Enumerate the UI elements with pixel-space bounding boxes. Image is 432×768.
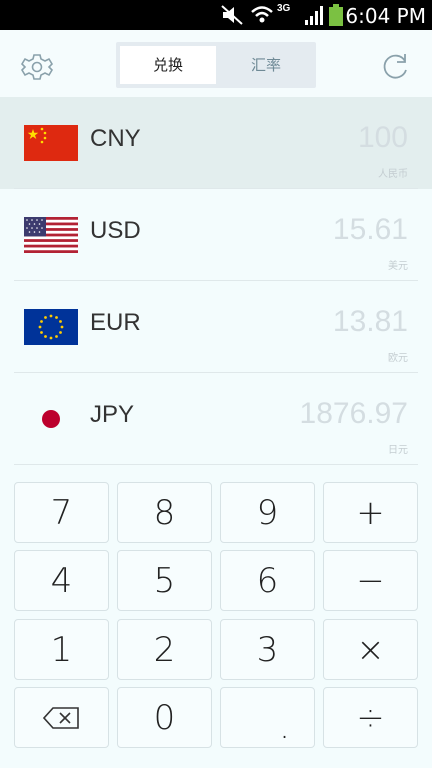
mode-tabs: 兑换 汇率 <box>116 42 316 88</box>
key-label: . <box>279 706 290 747</box>
currency-code: USD <box>90 217 141 244</box>
usa-flag-icon <box>24 217 78 253</box>
currency-row-usd[interactable]: USD 15.61 美元 <box>0 189 432 281</box>
wifi-icon <box>251 6 273 23</box>
key-label: 5 <box>153 560 176 601</box>
mute-icon <box>221 5 243 25</box>
clock: 6:04 PM <box>345 4 426 28</box>
key-5[interactable]: 5 <box>117 550 212 611</box>
refresh-icon[interactable] <box>378 50 412 84</box>
gear-icon[interactable] <box>20 50 54 84</box>
currency-amount: 1876.97 <box>299 397 408 430</box>
key-decimal[interactable]: . <box>220 687 315 748</box>
key-8[interactable]: 8 <box>117 482 212 543</box>
key-label: 7 <box>50 492 73 533</box>
key-minus[interactable]: − <box>323 550 418 611</box>
key-4[interactable]: 4 <box>14 550 109 611</box>
battery-icon <box>329 4 343 26</box>
china-flag-icon <box>24 125 78 161</box>
currency-name: 欧元 <box>388 353 408 364</box>
currency-amount: 13.81 <box>332 305 408 338</box>
key-label: 6 <box>256 560 279 601</box>
key-1[interactable]: 1 <box>14 619 109 680</box>
tab-exchange[interactable]: 兑换 <box>120 46 216 84</box>
app-header: 兑换 汇率 <box>0 30 432 97</box>
key-plus[interactable]: + <box>323 482 418 543</box>
key-label: 4 <box>50 560 73 601</box>
signal-icon <box>305 6 323 25</box>
key-label: 0 <box>153 697 176 738</box>
key-label: + <box>356 492 385 533</box>
key-label: 2 <box>153 629 176 670</box>
key-divide[interactable]: ÷ <box>323 687 418 748</box>
currency-code: CNY <box>90 125 141 152</box>
row-divider <box>14 464 418 465</box>
japan-flag-icon <box>42 410 60 428</box>
currency-row-jpy[interactable]: JPY 1876.97 日元 <box>0 373 432 465</box>
backspace-icon <box>42 706 79 729</box>
network-label: 3G <box>277 3 291 14</box>
currency-name: 日元 <box>388 445 408 456</box>
key-backspace[interactable] <box>14 687 109 748</box>
currency-row-cny[interactable]: CNY 100 人民币 <box>0 97 432 189</box>
status-bar: 3G 6:04 PM <box>0 0 432 30</box>
tab-rates[interactable]: 汇率 <box>220 46 312 84</box>
currency-code: JPY <box>90 401 135 428</box>
currency-name: 美元 <box>388 261 408 272</box>
currency-amount: 15.61 <box>332 213 408 246</box>
key-label: 9 <box>256 492 279 533</box>
currency-name: 人民币 <box>378 169 408 180</box>
key-label: 8 <box>153 492 176 533</box>
key-label: 3 <box>256 629 279 670</box>
key-6[interactable]: 6 <box>220 550 315 611</box>
key-2[interactable]: 2 <box>117 619 212 680</box>
key-0[interactable]: 0 <box>117 687 212 748</box>
currency-amount: 100 <box>357 121 408 154</box>
currency-row-eur[interactable]: EUR 13.81 欧元 <box>0 281 432 373</box>
key-multiply[interactable]: × <box>323 619 418 680</box>
key-label: 1 <box>50 629 73 670</box>
key-7[interactable]: 7 <box>14 482 109 543</box>
key-3[interactable]: 3 <box>220 619 315 680</box>
key-label: − <box>356 560 385 601</box>
eu-flag-icon <box>24 309 78 345</box>
key-9[interactable]: 9 <box>220 482 315 543</box>
key-label: ÷ <box>356 697 385 738</box>
currency-code: EUR <box>90 309 141 336</box>
key-label: × <box>356 629 385 670</box>
